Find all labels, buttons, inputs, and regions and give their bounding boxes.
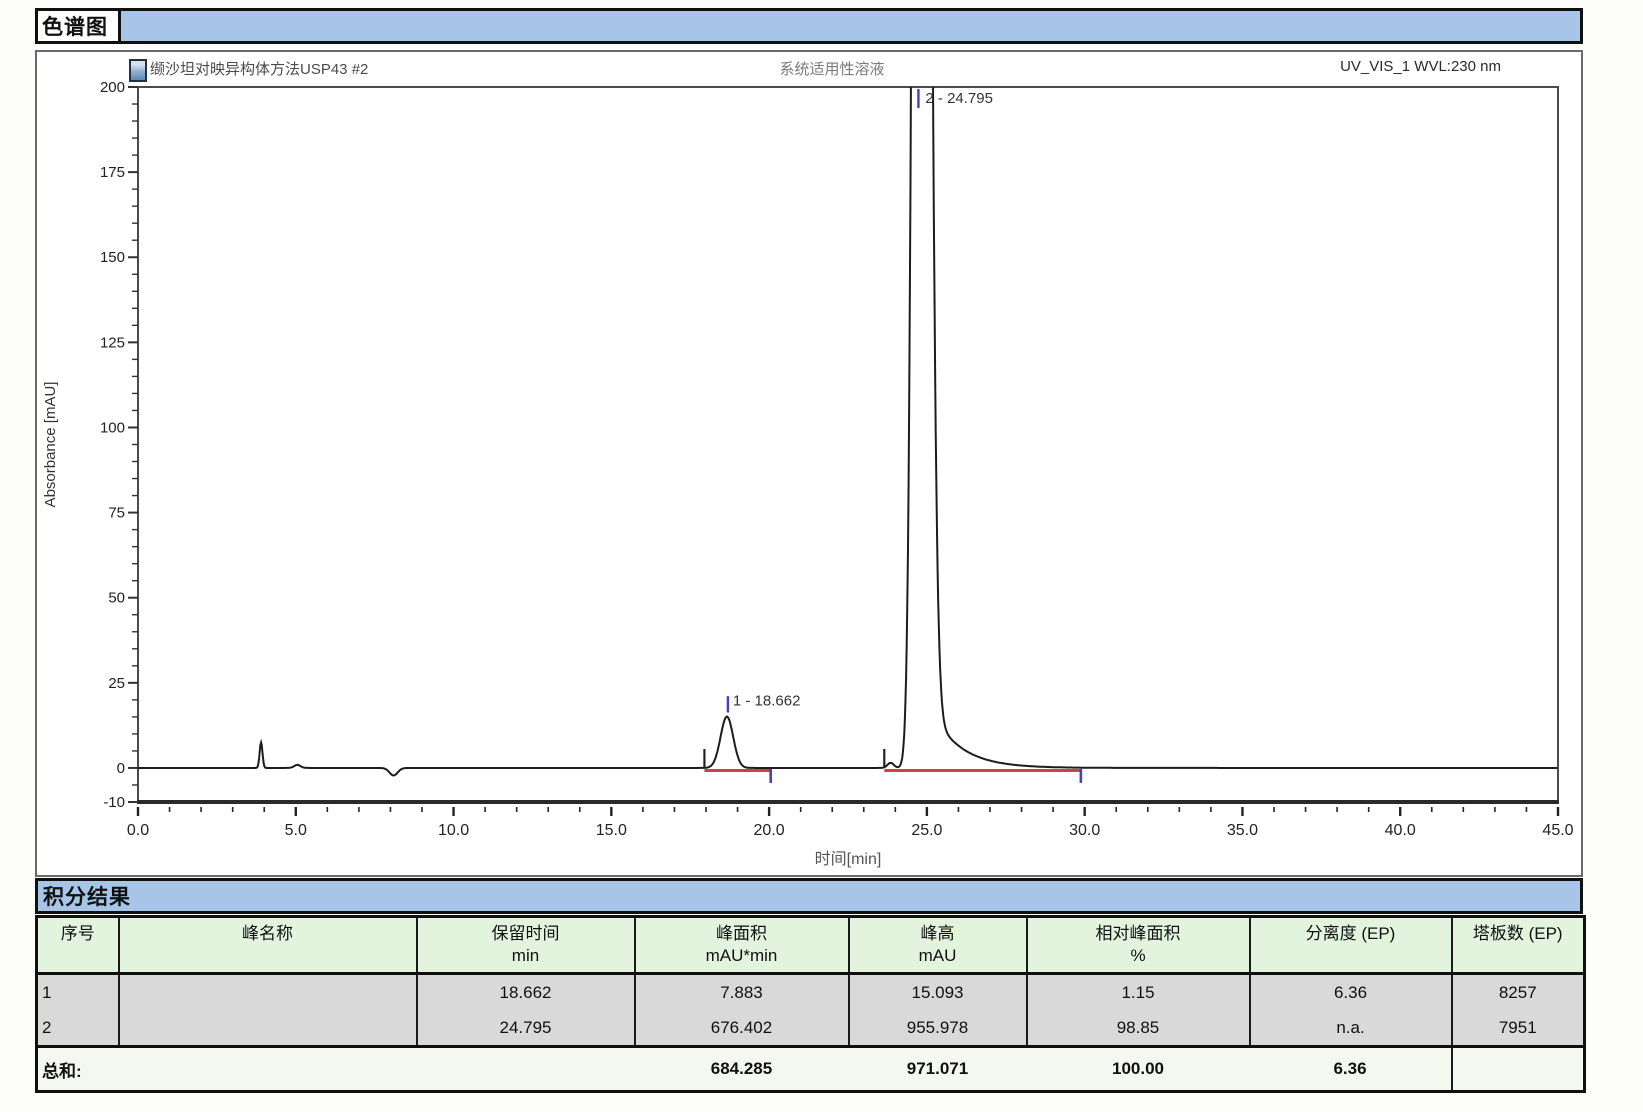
cell-plates: 7951 bbox=[1452, 1010, 1585, 1047]
y-axis-title: Absorbance [mAU] bbox=[42, 382, 59, 508]
chromatogram-section-title: 色谱图 bbox=[38, 11, 121, 41]
column-header: 序号 bbox=[37, 917, 119, 974]
chromatogram-trace bbox=[138, 52, 1557, 775]
x-tick-label: 20.0 bbox=[754, 822, 785, 839]
cell-area: 676.402 bbox=[635, 1010, 849, 1047]
column-header: 峰高mAU bbox=[849, 917, 1027, 974]
y-tick-label: -10 bbox=[103, 794, 125, 811]
cell-resolution: n.a. bbox=[1250, 1010, 1452, 1047]
cell-rel_area: 1.15 bbox=[1027, 974, 1250, 1011]
peak1-label: 1 - 18.662 bbox=[733, 693, 801, 710]
results-section-bar: 积分结果 bbox=[35, 878, 1583, 914]
cell-rt: 18.662 bbox=[417, 974, 635, 1011]
cell-area: 7.883 bbox=[635, 974, 849, 1011]
plot-frame bbox=[138, 87, 1558, 802]
y-tick-label: 150 bbox=[100, 249, 125, 266]
column-header: 峰面积mAU*min bbox=[635, 917, 849, 974]
x-tick-label: 30.0 bbox=[1069, 822, 1100, 839]
x-tick-label: 5.0 bbox=[285, 822, 307, 839]
cell-no: 2 bbox=[37, 1010, 119, 1047]
y-tick-label: 100 bbox=[100, 419, 125, 436]
total-area: 684.285 bbox=[635, 1047, 849, 1092]
report-page: 色谱图 缬沙坦对映异构体方法USP43 #2 系统适用性溶液 UV_VIS_1 … bbox=[0, 0, 1643, 1112]
x-tick-label: 35.0 bbox=[1227, 822, 1258, 839]
cell-height: 955.978 bbox=[849, 1010, 1027, 1047]
cell-name bbox=[119, 974, 417, 1011]
y-tick-label: 75 bbox=[108, 505, 125, 522]
y-tick-label: 0 bbox=[117, 760, 125, 777]
cell-resolution: 6.36 bbox=[1250, 974, 1452, 1011]
results-section-title: 积分结果 bbox=[38, 881, 141, 911]
cell-name bbox=[119, 1010, 417, 1047]
integration-results-table: 序号 峰名称 保留时间min峰面积mAU*min峰高mAU相对峰面积%分离度 (… bbox=[35, 915, 1586, 1093]
table-row: 1 18.6627.88315.0931.156.368257 bbox=[37, 974, 1585, 1011]
y-tick-label: 175 bbox=[100, 164, 125, 181]
total-rel-area: 100.00 bbox=[1027, 1047, 1250, 1092]
x-axis-title: 时间[min] bbox=[815, 850, 882, 868]
table-header-row: 序号 峰名称 保留时间min峰面积mAU*min峰高mAU相对峰面积%分离度 (… bbox=[37, 917, 1585, 974]
cell-height: 15.093 bbox=[849, 974, 1027, 1011]
cell-rt: 24.795 bbox=[417, 1010, 635, 1047]
total-resolution: 6.36 bbox=[1250, 1047, 1452, 1092]
x-tick-label: 45.0 bbox=[1542, 822, 1573, 839]
table-row: 2 24.795676.402955.97898.85n.a.7951 bbox=[37, 1010, 1585, 1047]
column-header: 峰名称 bbox=[119, 917, 417, 974]
total-row: 总和:684.285971.071100.006.36 bbox=[37, 1047, 1585, 1092]
x-tick-label: 40.0 bbox=[1385, 822, 1416, 839]
x-tick-label: 25.0 bbox=[911, 822, 942, 839]
column-header: 保留时间min bbox=[417, 917, 635, 974]
peak2-label: 2 - 24.795 bbox=[925, 90, 993, 107]
total-plates bbox=[1452, 1047, 1585, 1092]
chromatogram-section-bar: 色谱图 bbox=[35, 8, 1583, 44]
x-tick-label: 15.0 bbox=[596, 822, 627, 839]
y-tick-label: 125 bbox=[100, 334, 125, 351]
x-tick-label: 0.0 bbox=[127, 822, 149, 839]
chromatogram-panel: 缬沙坦对映异构体方法USP43 #2 系统适用性溶液 UV_VIS_1 WVL:… bbox=[35, 50, 1583, 877]
column-header: 塔板数 (EP) bbox=[1452, 917, 1585, 974]
chromatogram-plot: -10 0 25 50 75 100 125 150 175 200 0.0 5.0 10.0 15.0 2… bbox=[37, 52, 1577, 871]
y-tick-label: 50 bbox=[108, 590, 125, 607]
column-header: 相对峰面积% bbox=[1027, 917, 1250, 974]
cell-plates: 8257 bbox=[1452, 974, 1585, 1011]
column-header: 分离度 (EP) bbox=[1250, 917, 1452, 974]
x-tick-label: 10.0 bbox=[438, 822, 469, 839]
cell-no: 1 bbox=[37, 974, 119, 1011]
total-label: 总和: bbox=[37, 1047, 635, 1092]
cell-rel_area: 98.85 bbox=[1027, 1010, 1250, 1047]
y-tick-label: 200 bbox=[100, 79, 125, 96]
total-height: 971.071 bbox=[849, 1047, 1027, 1092]
y-tick-label: 25 bbox=[108, 675, 125, 692]
